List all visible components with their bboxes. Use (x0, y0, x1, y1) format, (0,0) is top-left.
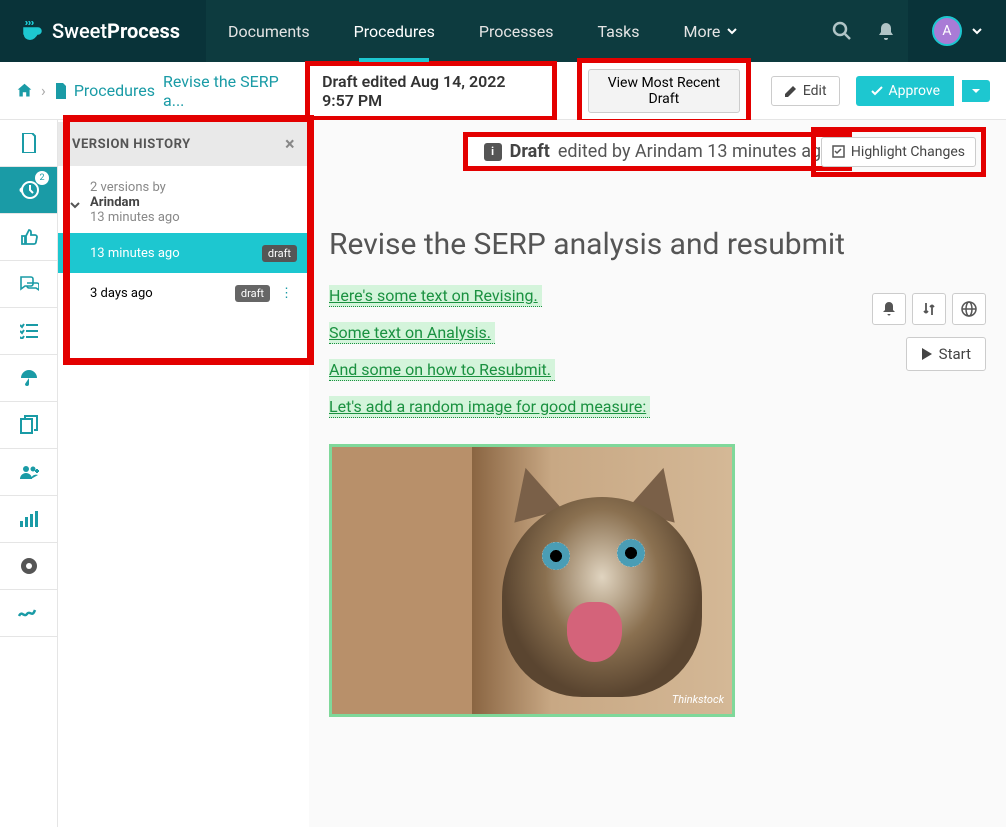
breadcrumb-row: › Procedures Revise the SERP a... Draft … (0, 62, 1006, 120)
cat-image: Thinkstock (332, 447, 732, 714)
version-count: 2 versions by (90, 180, 295, 195)
more-dots-icon[interactable]: ⋮ (276, 286, 297, 301)
draft-timestamp: Draft edited Aug 14, 2022 9:57 PM (305, 61, 557, 121)
nav-tasks[interactable]: Tasks (575, 0, 661, 62)
version-row-time: 13 minutes ago (90, 246, 180, 261)
chevron-down-icon (68, 198, 82, 212)
nav-links: Documents Procedures Processes Tasks Mor… (206, 0, 820, 62)
version-row-active[interactable]: 13 minutes ago draft (58, 233, 309, 273)
search-icon[interactable] (820, 0, 864, 62)
start-button[interactable]: Start (906, 337, 986, 371)
sort-button[interactable] (912, 293, 946, 325)
play-icon (921, 347, 933, 361)
content-p4: Let's add a random image for good measur… (329, 396, 650, 418)
version-row[interactable]: 3 days ago draft ⋮ (58, 273, 309, 313)
rail-gear-icon[interactable] (0, 543, 57, 590)
bell-icon[interactable] (864, 0, 908, 62)
draft-badge: draft (262, 245, 297, 262)
view-draft-box: View Most Recent Draft (577, 58, 751, 124)
approve-label: Approve (889, 83, 940, 99)
close-icon[interactable]: × (285, 134, 295, 155)
version-author: Arindam (90, 195, 295, 210)
content-image-wrap: Thinkstock (329, 444, 735, 717)
rail-thumbs-up-icon[interactable] (0, 214, 57, 261)
version-history-body: 2 versions by Arindam 13 minutes ago 13 … (58, 166, 309, 313)
rail-checklist-icon[interactable] (0, 308, 57, 355)
image-credit: Thinkstock (672, 693, 724, 706)
version-time: 13 minutes ago (90, 210, 295, 225)
body: 2 VERSION HISTOR (0, 120, 1006, 827)
breadcrumb-procedures-label: Procedures (74, 81, 155, 100)
start-label: Start (939, 345, 971, 363)
version-history-panel: VERSION HISTORY × 2 versions by Arindam … (58, 120, 309, 827)
rail-bars-icon[interactable] (0, 496, 57, 543)
breadcrumb-sep: › (41, 81, 46, 100)
rail-badge: 2 (35, 171, 49, 185)
highlight-box: Highlight Changes (811, 127, 986, 177)
toolbox (872, 293, 986, 325)
banner-rest: edited by Arindam 13 minutes ago (558, 141, 832, 162)
info-icon: i (484, 143, 502, 161)
nav-more-label: More (683, 22, 720, 41)
nav-procedures[interactable]: Procedures (332, 0, 457, 62)
logo[interactable]: SweetProcess (0, 0, 206, 62)
nav-processes[interactable]: Processes (457, 0, 576, 62)
chevron-down-icon (726, 25, 738, 37)
version-history-title: VERSION HISTORY (72, 137, 191, 152)
pencil-icon (784, 84, 798, 98)
banner-row: i Draft edited by Arindam 13 minutes ago… (329, 132, 986, 171)
cup-icon (20, 19, 44, 43)
breadcrumb-title[interactable]: Revise the SERP a... (163, 72, 287, 110)
approve-dropdown[interactable] (962, 80, 990, 102)
globe-button[interactable] (952, 293, 986, 325)
content-p3: And some on how to Resubmit. (329, 359, 555, 381)
page-title: Revise the SERP analysis and resubmit (329, 227, 986, 262)
rail-copy-icon[interactable] (0, 402, 57, 449)
highlight-changes-button[interactable]: Highlight Changes (821, 137, 976, 167)
user-menu[interactable]: A (908, 0, 1006, 62)
edit-label: Edit (803, 83, 827, 99)
version-history-header: VERSION HISTORY × (58, 122, 309, 166)
version-summary[interactable]: 2 versions by Arindam 13 minutes ago (58, 180, 309, 233)
nav-documents[interactable]: Documents (206, 0, 332, 62)
left-rail: 2 (0, 120, 58, 827)
rail-document-icon[interactable] (0, 120, 57, 167)
chevron-down-icon (972, 26, 982, 36)
rail-history-icon[interactable]: 2 (0, 167, 57, 214)
home-icon[interactable] (16, 82, 33, 99)
edit-button[interactable]: Edit (771, 76, 840, 106)
nav-more[interactable]: More (661, 0, 760, 62)
rail-users-icon[interactable] (0, 449, 57, 496)
version-row-time: 3 days ago (90, 286, 153, 301)
rail-trend-icon[interactable] (0, 590, 57, 637)
bell-button[interactable] (872, 293, 906, 325)
rail-chat-icon[interactable] (0, 261, 57, 308)
check-icon (870, 84, 884, 98)
main-content: i Draft edited by Arindam 13 minutes ago… (309, 120, 1006, 827)
view-most-recent-draft-button[interactable]: View Most Recent Draft (588, 69, 740, 113)
document-icon (54, 83, 68, 99)
approve-button[interactable]: Approve (856, 76, 954, 106)
breadcrumb-procedures[interactable]: Procedures (54, 81, 155, 100)
avatar: A (932, 16, 962, 46)
checkbox-icon (832, 145, 845, 158)
rail-umbrella-icon[interactable] (0, 355, 57, 402)
top-nav: SweetProcess Documents Procedures Proces… (0, 0, 1006, 62)
draft-banner: i Draft edited by Arindam 13 minutes ago (463, 132, 853, 171)
content-p2: Some text on Analysis. (329, 322, 495, 344)
caret-down-icon (972, 87, 980, 95)
nav-right: A (820, 0, 1006, 62)
highlight-label: Highlight Changes (851, 144, 965, 160)
logo-text-1: Sweet (52, 19, 107, 43)
banner-draft-label: Draft (510, 141, 550, 162)
content: Revise the SERP analysis and resubmit St… (329, 227, 986, 718)
content-p1: Here's some text on Revising. (329, 285, 542, 307)
draft-badge: draft (235, 285, 270, 302)
logo-text-2: Process (107, 19, 180, 43)
